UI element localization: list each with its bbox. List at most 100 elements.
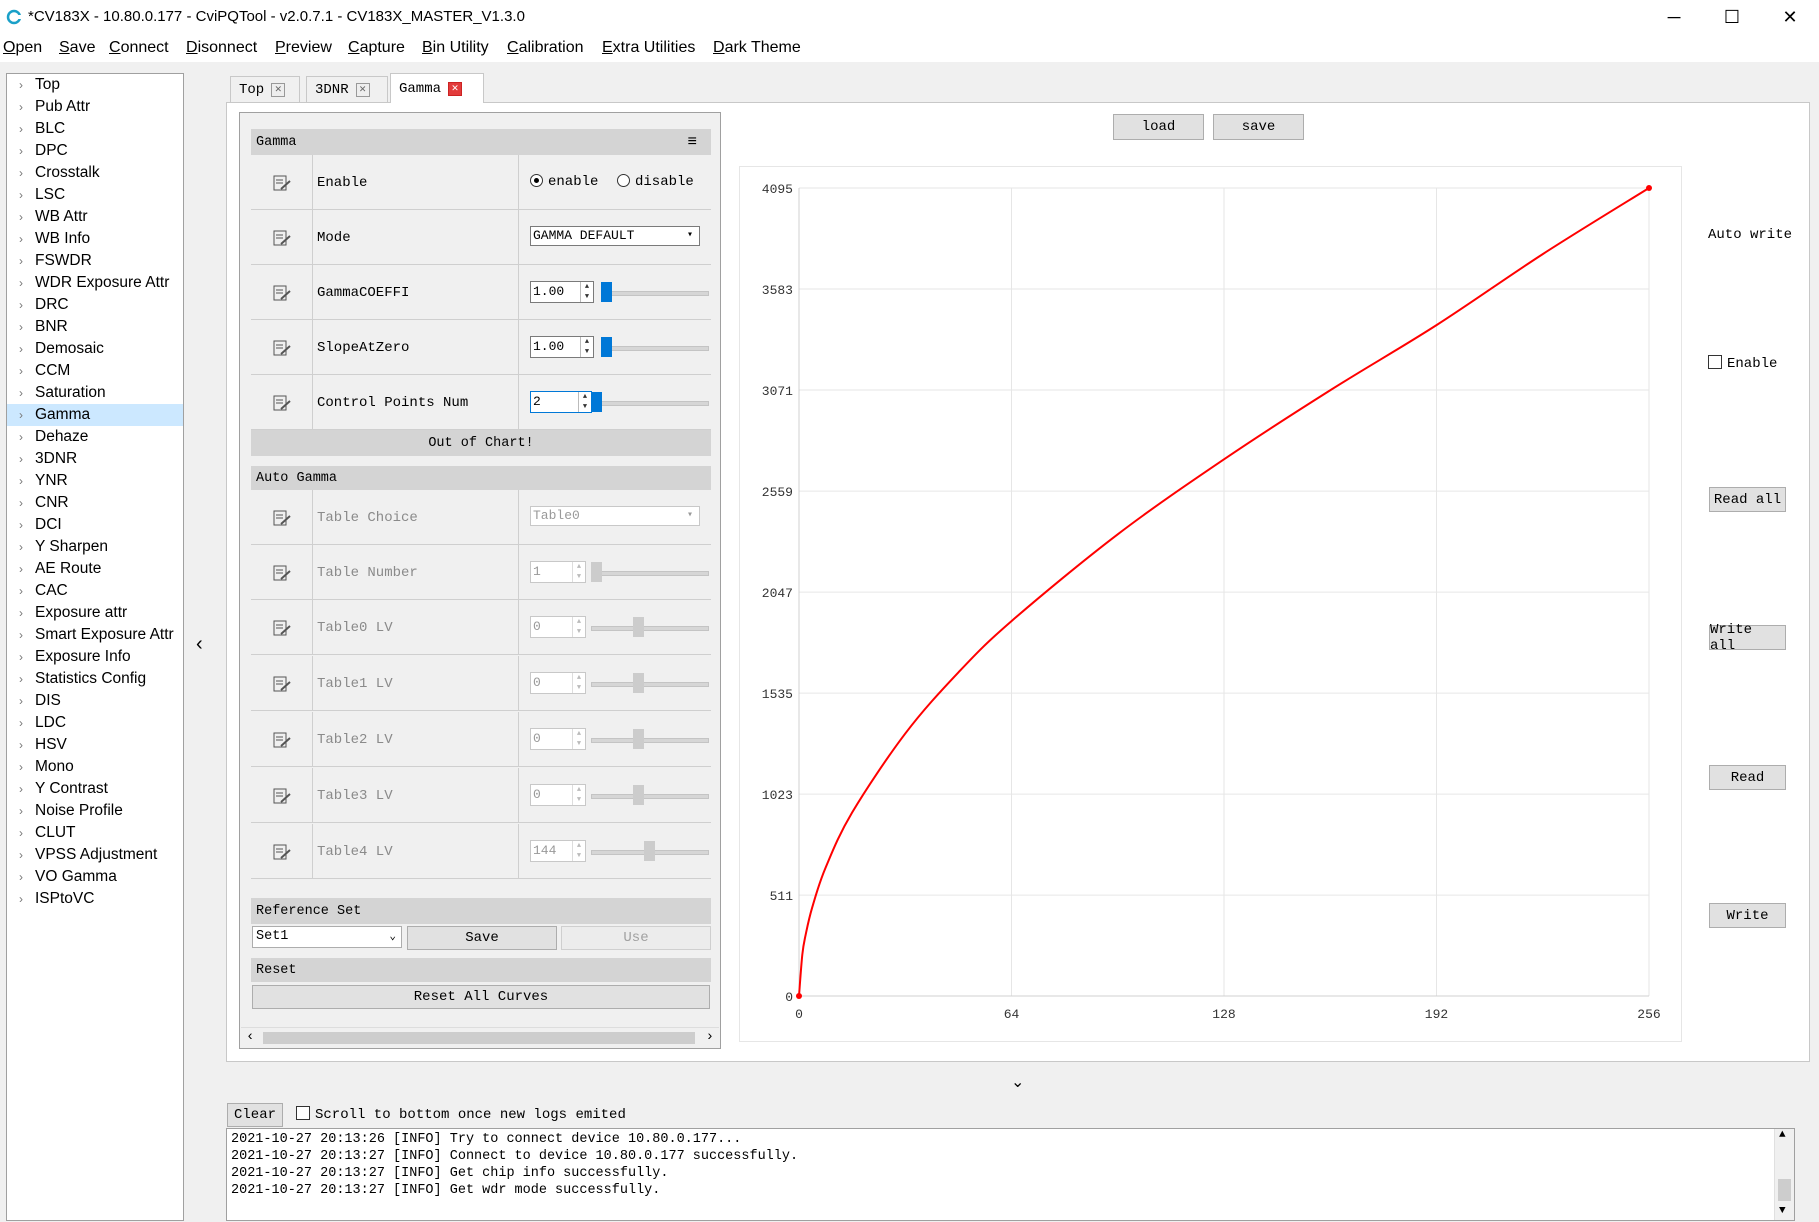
tree-item-dehaze[interactable]: › Dehaze — [7, 426, 183, 448]
slope-slider-thumb[interactable] — [601, 337, 612, 357]
table-lv-slider-track[interactable] — [591, 794, 709, 799]
tree-item-wb-info[interactable]: › WB Info — [7, 228, 183, 250]
tree-item-y-contrast[interactable]: › Y Contrast — [7, 778, 183, 800]
menu-preview[interactable]: Preview — [275, 39, 332, 57]
tree-item-bnr[interactable]: › BNR — [7, 316, 183, 338]
minimize-button[interactable]: ─ — [1645, 0, 1703, 34]
chevron-right-icon[interactable]: › — [7, 650, 35, 664]
tree-item-saturation[interactable]: › Saturation — [7, 382, 183, 404]
chevron-right-icon[interactable]: › — [7, 276, 35, 290]
menu-extra-utilities[interactable]: Extra Utilities — [602, 39, 695, 57]
tree-item-noise-profile[interactable]: › Noise Profile — [7, 800, 183, 822]
chevron-right-icon[interactable]: › — [7, 804, 35, 818]
clear-log-button[interactable]: Clear — [227, 1103, 283, 1127]
coeffi-slider-track[interactable] — [601, 291, 709, 296]
edit-icon[interactable] — [251, 545, 313, 600]
reference-use-button[interactable]: Use — [561, 926, 711, 950]
table-lv-slider-thumb[interactable] — [644, 841, 655, 861]
chevron-right-icon[interactable]: › — [7, 254, 35, 268]
coeffi-spinbox[interactable]: 1.00 ▲ ▼ — [530, 281, 594, 303]
table-number-slider-track[interactable] — [591, 571, 709, 576]
tree-item-exposure-info[interactable]: › Exposure Info — [7, 646, 183, 668]
tree-item-smart-exposure-attr[interactable]: › Smart Exposure Attr — [7, 624, 183, 646]
spin-arrows-icon[interactable]: ▲ ▼ — [572, 729, 585, 749]
chevron-right-icon[interactable]: › — [7, 716, 35, 730]
table-lv-spinbox[interactable]: 0 ▲ ▼ — [530, 784, 586, 806]
horizontal-scrollbar[interactable]: ‹ › — [241, 1027, 719, 1048]
collapse-bottom-icon[interactable]: ⌄ — [1011, 1072, 1024, 1092]
read-button[interactable]: Read — [1709, 765, 1786, 790]
chevron-right-icon[interactable]: › — [7, 408, 35, 422]
reference-save-button[interactable]: Save — [407, 926, 557, 950]
disable-radio[interactable]: disable — [617, 174, 694, 190]
chevron-right-icon[interactable]: › — [7, 694, 35, 708]
control-points-slider-track[interactable] — [591, 401, 709, 406]
table-lv-slider-thumb[interactable] — [633, 617, 644, 637]
scroll-to-bottom-checkbox[interactable]: Scroll to bottom once new logs emited — [296, 1106, 626, 1123]
chevron-right-icon[interactable]: › — [7, 870, 35, 884]
edit-icon[interactable] — [251, 155, 313, 210]
chevron-right-icon[interactable]: › — [7, 364, 35, 378]
spin-arrows-icon[interactable]: ▲ ▼ — [580, 282, 593, 302]
tree-item-crosstalk[interactable]: › Crosstalk — [7, 162, 183, 184]
tree-item-top[interactable]: › Top — [7, 74, 183, 96]
module-tree[interactable]: › Top › Pub Attr › BLC › DPC › Crosstalk › LSC › WB A… — [6, 73, 184, 1221]
edit-icon[interactable] — [251, 490, 313, 545]
tree-item-gamma[interactable]: › Gamma — [7, 404, 183, 426]
edit-icon[interactable] — [251, 375, 313, 430]
chevron-right-icon[interactable]: › — [7, 892, 35, 906]
slope-slider-track[interactable] — [601, 346, 709, 351]
tree-item-clut[interactable]: › CLUT — [7, 822, 183, 844]
chevron-right-icon[interactable]: › — [7, 628, 35, 642]
tree-item-statistics-config[interactable]: › Statistics Config — [7, 668, 183, 690]
tree-item-cac[interactable]: › CAC — [7, 580, 183, 602]
tree-item-drc[interactable]: › DRC — [7, 294, 183, 316]
scroll-down-icon[interactable]: ▼ — [1779, 1205, 1786, 1217]
table-choice-select[interactable]: Table0 ▾ — [530, 506, 700, 526]
chevron-right-icon[interactable]: › — [7, 452, 35, 466]
edit-icon[interactable] — [251, 712, 313, 767]
chevron-right-icon[interactable]: › — [7, 540, 35, 554]
menu-capture[interactable]: Capture — [348, 39, 405, 57]
tree-item-3dnr[interactable]: › 3DNR — [7, 448, 183, 470]
tree-item-blc[interactable]: › BLC — [7, 118, 183, 140]
scrollbar-thumb[interactable] — [263, 1032, 695, 1044]
table-lv-slider-track[interactable] — [591, 626, 709, 631]
menu-bin-utility[interactable]: Bin Utility — [422, 39, 489, 57]
tree-item-dci[interactable]: › DCI — [7, 514, 183, 536]
section-menu-icon[interactable]: ≡ — [687, 133, 697, 151]
scroll-left-icon[interactable]: ‹ — [246, 1029, 254, 1045]
tree-item-mono[interactable]: › Mono — [7, 756, 183, 778]
table-lv-slider-thumb[interactable] — [633, 729, 644, 749]
tree-item-ynr[interactable]: › YNR — [7, 470, 183, 492]
menu-open[interactable]: Open — [3, 39, 42, 57]
edit-icon[interactable] — [251, 600, 313, 655]
tab-close-icon[interactable]: ✕ — [355, 82, 370, 97]
table-lv-slider-thumb[interactable] — [633, 673, 644, 693]
tree-item-y-sharpen[interactable]: › Y Sharpen — [7, 536, 183, 558]
tree-item-lsc[interactable]: › LSC — [7, 184, 183, 206]
tree-item-vo-gamma[interactable]: › VO Gamma — [7, 866, 183, 888]
mode-select[interactable]: GAMMA DEFAULT ▾ — [530, 226, 700, 246]
tree-item-demosaic[interactable]: › Demosaic — [7, 338, 183, 360]
chevron-right-icon[interactable]: › — [7, 342, 35, 356]
log-output[interactable]: 2021-10-27 20:13:26 [INFO] Try to connec… — [226, 1128, 1795, 1221]
chevron-right-icon[interactable]: › — [7, 210, 35, 224]
edit-icon[interactable] — [251, 320, 313, 375]
table-lv-slider-track[interactable] — [591, 682, 709, 687]
tree-item-hsv[interactable]: › HSV — [7, 734, 183, 756]
spin-arrows-icon[interactable]: ▲ ▼ — [572, 673, 585, 693]
enable-radio[interactable]: enable — [530, 174, 598, 190]
edit-icon[interactable] — [251, 824, 313, 879]
spin-arrows-icon[interactable]: ▲ ▼ — [578, 392, 591, 412]
collapse-left-icon[interactable]: ‹ — [196, 633, 203, 656]
chevron-right-icon[interactable]: › — [7, 232, 35, 246]
table-lv-spinbox[interactable]: 0 ▲ ▼ — [530, 728, 586, 750]
chevron-right-icon[interactable]: › — [7, 848, 35, 862]
menu-disconnect[interactable]: Disonnect — [186, 39, 257, 57]
tab-gamma[interactable]: Gamma ✕ — [390, 73, 484, 103]
spin-arrows-icon[interactable]: ▲ ▼ — [572, 785, 585, 805]
tree-item-ccm[interactable]: › CCM — [7, 360, 183, 382]
spin-arrows-icon[interactable]: ▲ ▼ — [580, 337, 593, 357]
coeffi-slider-thumb[interactable] — [601, 282, 612, 302]
